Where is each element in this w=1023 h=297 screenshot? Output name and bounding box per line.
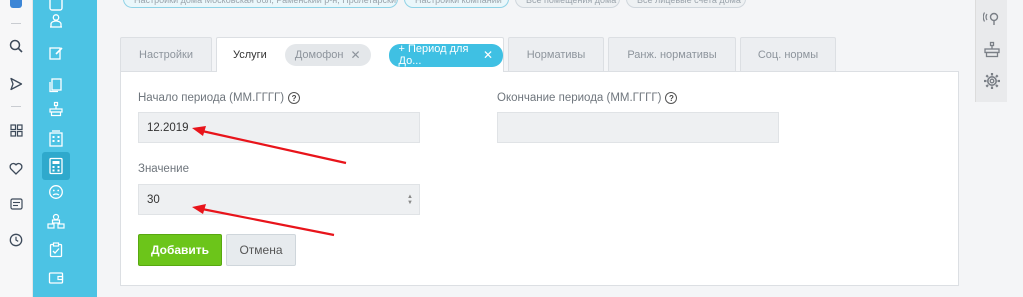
home-icon[interactable] bbox=[8, 0, 24, 10]
tab-bar: Настройки Услуги Домофон ✕ + Период для … bbox=[120, 37, 840, 72]
news-icon[interactable] bbox=[8, 196, 24, 212]
context-chips: Настройки дома Московская обл, Раменский… bbox=[123, 0, 746, 8]
tab-normatives[interactable]: Нормативы bbox=[508, 37, 604, 71]
tab-period-label: + Период для До... bbox=[398, 43, 469, 67]
chip-company-settings[interactable]: Настройки компании bbox=[404, 0, 509, 8]
chip-all-accounts[interactable]: Все лицевые счета дома bbox=[626, 0, 746, 8]
cancel-button[interactable]: Отмена bbox=[226, 234, 296, 266]
chip-all-premises[interactable]: Все помещения дома bbox=[515, 0, 620, 8]
scale-icon[interactable] bbox=[983, 41, 1001, 59]
chip-house-settings[interactable]: Настройки дома Московская обл, Раменский… bbox=[123, 0, 398, 8]
tab-social-norms[interactable]: Соц. нормы bbox=[740, 37, 836, 71]
people-icon[interactable] bbox=[46, 11, 66, 31]
divider bbox=[11, 106, 21, 107]
end-period-label-text: Окончание периода (ММ.ГГГГ) bbox=[497, 92, 662, 104]
side-menu bbox=[33, 0, 97, 297]
value-number-input[interactable]: 30 ▲ ▼ bbox=[138, 184, 420, 215]
checklist-icon[interactable] bbox=[46, 240, 66, 260]
tab-services[interactable]: Услуги bbox=[233, 49, 267, 61]
group-icon[interactable] bbox=[46, 211, 66, 231]
tab-services-group: Услуги Домофон ✕ + Период для До... ✕ bbox=[216, 37, 504, 72]
clock-icon[interactable] bbox=[8, 232, 24, 248]
tab-intercom-label: Домофон bbox=[294, 49, 344, 61]
help-icon[interactable]: ? bbox=[288, 92, 301, 104]
end-period-label: Окончание периода (ММ.ГГГГ) ? bbox=[497, 92, 678, 104]
value-number-text: 30 bbox=[147, 193, 160, 206]
copy-icon[interactable] bbox=[46, 75, 66, 95]
heart-icon[interactable] bbox=[8, 160, 24, 176]
broadcast-icon[interactable] bbox=[983, 9, 1001, 27]
grid-icon[interactable] bbox=[8, 122, 24, 138]
start-period-label-text: Начало периода (ММ.ГГГГ) bbox=[138, 92, 285, 104]
tab-period[interactable]: + Период для До... ✕ bbox=[388, 43, 503, 67]
start-period-input[interactable]: 12.2019 bbox=[138, 112, 420, 143]
start-period-label: Начало периода (ММ.ГГГГ) ? bbox=[138, 92, 301, 104]
end-period-input[interactable] bbox=[497, 112, 779, 143]
search-icon[interactable] bbox=[8, 38, 24, 54]
tab-settings[interactable]: Настройки bbox=[120, 37, 212, 71]
left-rail bbox=[0, 0, 33, 297]
send-icon[interactable] bbox=[8, 76, 24, 92]
close-icon[interactable]: ✕ bbox=[483, 48, 493, 62]
gear-icon[interactable] bbox=[983, 72, 1001, 90]
add-button[interactable]: Добавить bbox=[138, 234, 222, 266]
wallet-icon[interactable] bbox=[46, 268, 66, 288]
calculator-icon[interactable] bbox=[42, 152, 70, 180]
right-rail bbox=[975, 0, 1007, 102]
smile-icon[interactable] bbox=[46, 182, 66, 202]
value-label: Значение bbox=[138, 163, 189, 175]
edit-icon[interactable] bbox=[46, 43, 66, 63]
tab-intercom[interactable]: Домофон ✕ bbox=[284, 44, 371, 66]
divider bbox=[11, 23, 21, 24]
tab-ranked-normatives[interactable]: Ранж. нормативы bbox=[608, 37, 736, 71]
close-icon[interactable]: ✕ bbox=[350, 48, 360, 62]
scale-icon[interactable] bbox=[46, 99, 66, 119]
building-icon[interactable] bbox=[46, 128, 66, 148]
stepper-icon[interactable]: ▲ ▼ bbox=[407, 194, 413, 206]
help-icon[interactable]: ? bbox=[665, 92, 678, 104]
